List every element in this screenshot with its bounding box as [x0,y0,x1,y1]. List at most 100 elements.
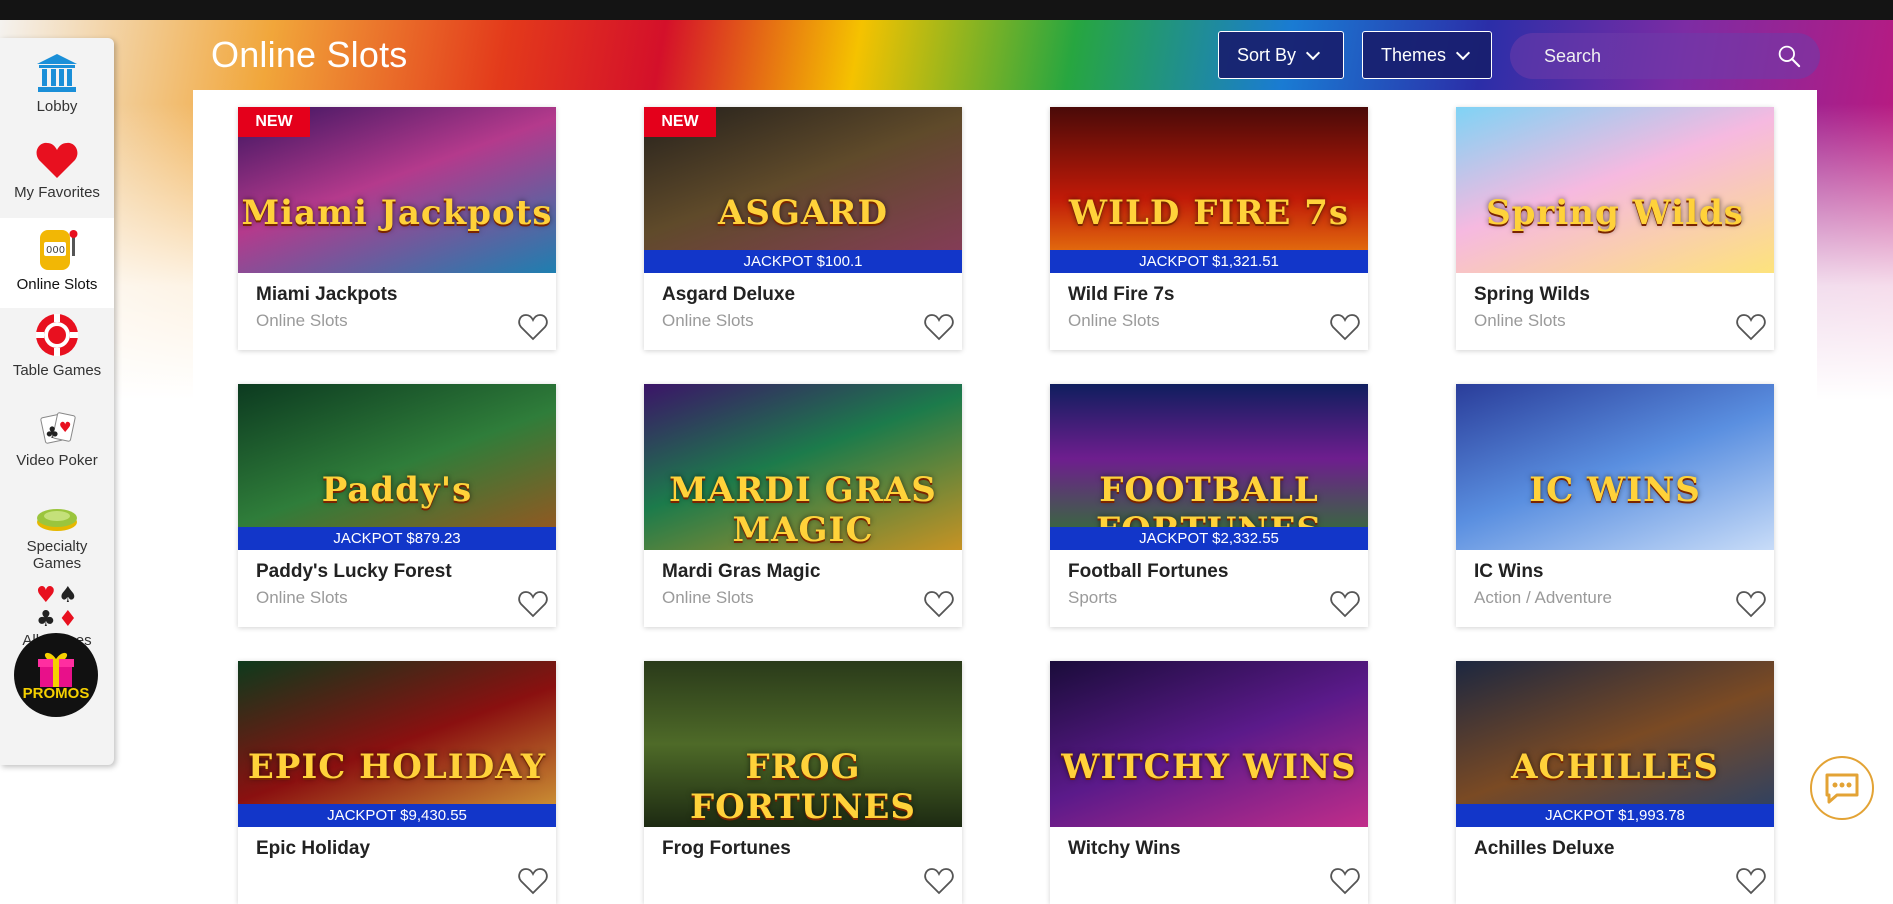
game-title: Paddy's Lucky Forest [256,561,452,582]
game-thumbnail[interactable]: FROG FORTUNES [644,661,962,827]
bingo-dish-icon [35,488,79,534]
favorite-heart-icon[interactable] [1736,590,1766,618]
game-logo: Spring Wilds [1486,193,1744,233]
game-card[interactable]: Miami Jackpots NEW Miami Jackpots Online Sl… [238,107,556,350]
new-badge: NEW [238,107,310,137]
svg-text:♠: ♠ [58,583,78,608]
game-logo: MARDI GRAS MAGIC [669,470,937,550]
game-category: Sports [1068,588,1118,607]
game-category: Online Slots [662,588,754,607]
game-logo: EPIC HOLIDAY [247,747,547,787]
nav-label: Table Games [12,362,102,379]
themes-dropdown[interactable]: Themes [1362,31,1492,79]
game-title: Frog Fortunes [662,838,791,859]
chat-button[interactable] [1810,756,1874,820]
browser-top-strip [0,0,1893,20]
favorite-heart-icon[interactable] [1330,590,1360,618]
gift-icon [38,652,74,687]
game-thumbnail[interactable]: EPIC HOLIDAY JACKPOT $9,430.55 [238,661,556,827]
jackpot-banner: JACKPOT $879.23 [238,527,556,550]
promos-label: PROMOS [22,684,90,702]
game-logo: FROG FORTUNES [690,747,916,827]
nav-table-games[interactable]: Table Games [0,312,114,394]
chevron-down-icon [1455,45,1471,60]
jackpot-banner: JACKPOT $2,332.55 [1050,527,1368,550]
svg-text:♣: ♣ [45,423,59,442]
game-card[interactable]: Spring Wilds Spring Wilds Online Slots [1456,107,1774,350]
game-card[interactable]: Paddy's JACKPOT $879.23 Paddy's Lucky Fore… [238,384,556,627]
jackpot-banner: JACKPOT $100.1 [644,250,962,273]
game-title: Asgard Deluxe [662,284,796,305]
favorite-heart-icon[interactable] [1736,313,1766,341]
nav-label: Video Poker [16,452,98,469]
game-card[interactable]: EPIC HOLIDAY JACKPOT $9,430.55 Epic Holida… [238,661,556,904]
game-thumbnail[interactable]: ACHILLES JACKPOT $1,993.78 [1456,661,1774,827]
game-card[interactable]: FOOTBALL FORTUNESJACKPOT $2,332.55 Footba… [1050,384,1368,627]
search-icon[interactable] [1776,38,1802,74]
nav-label: Specialty Games [26,538,88,572]
new-badge: NEW [644,107,716,137]
game-thumbnail[interactable]: Miami Jackpots NEW [238,107,556,273]
game-title: Witchy Wins [1068,838,1181,859]
favorite-heart-icon[interactable] [518,590,548,618]
game-thumbnail[interactable]: WILD FIRE 7s JACKPOT $1,321.51 [1050,107,1368,273]
game-logo: WITCHY WINS [1061,747,1357,787]
heart-icon [35,134,79,180]
nav-online-slots[interactable]: 000 Online Slots [0,218,114,308]
game-card[interactable]: ASGARD NEW JACKPOT $100.1 Asgard Deluxe Onli… [644,107,962,350]
themes-label: Themes [1381,44,1447,65]
favorite-heart-icon[interactable] [924,590,954,618]
svg-text:♥: ♥ [59,420,72,436]
svg-text:000: 000 [46,245,65,256]
game-thumbnail[interactable]: IC WINS [1456,384,1774,550]
favorite-heart-icon[interactable] [518,867,548,895]
playing-cards-icon: ♣ ♥ [35,402,79,448]
game-title: Mardi Gras Magic [662,561,821,582]
sort-by-dropdown[interactable]: Sort By [1218,31,1344,79]
game-title: Miami Jackpots [256,284,398,305]
favorite-heart-icon[interactable] [1330,867,1360,895]
nav-video-poker[interactable]: ♣ ♥ Video Poker [0,402,114,484]
game-card[interactable]: FROG FORTUNES Frog Fortunes [644,661,962,904]
game-category: Online Slots [1068,311,1160,330]
game-thumbnail[interactable]: MARDI GRAS MAGIC [644,384,962,550]
favorite-heart-icon[interactable] [924,313,954,341]
promos-button[interactable]: PROMOS [14,633,98,717]
game-thumbnail[interactable]: WITCHY WINS [1050,661,1368,827]
favorite-heart-icon[interactable] [924,867,954,895]
game-thumbnail[interactable]: FOOTBALL FORTUNESJACKPOT $2,332.55 [1050,384,1368,550]
game-thumbnail[interactable]: Paddy's JACKPOT $879.23 [238,384,556,550]
game-logo: WILD FIRE 7s [1068,193,1350,233]
game-title: IC Wins [1474,561,1544,582]
nav-lobby[interactable]: Lobby [0,48,114,128]
nav-label: Lobby [36,98,78,115]
nav-my-favorites[interactable]: My Favorites [0,134,114,216]
game-card[interactable]: IC WINS IC Wins Action / Adventure [1456,384,1774,627]
chat-icon [1825,773,1859,804]
page-header: Online Slots Sort By Themes [193,28,1833,84]
bank-icon [35,48,79,94]
game-title: Epic Holiday [256,838,371,859]
favorite-heart-icon[interactable] [1330,313,1360,341]
games-grid: Miami Jackpots NEW Miami Jackpots Online Sl… [193,90,1817,904]
search-input[interactable] [1544,45,1776,67]
game-card[interactable]: ACHILLES JACKPOT $1,993.78 Achilles Deluxe [1456,661,1774,904]
game-card[interactable]: MARDI GRAS MAGIC Mardi Gras Magic Online S… [644,384,962,627]
svg-text:♦: ♦ [58,607,78,628]
slot-machine-icon: 000 [34,226,80,272]
game-logo: ACHILLES [1511,747,1719,787]
game-card[interactable]: WILD FIRE 7s JACKPOT $1,321.51 Wild Fire 7… [1050,107,1368,350]
game-category: Online Slots [256,311,348,330]
favorite-heart-icon[interactable] [1736,867,1766,895]
game-title: Football Fortunes [1068,561,1229,582]
game-card[interactable]: WITCHY WINS Witchy Wins [1050,661,1368,904]
chevron-down-icon [1305,45,1321,60]
game-title: Spring Wilds [1474,284,1590,305]
jackpot-banner: JACKPOT $9,430.55 [238,804,556,827]
nav-label: Online Slots [16,276,98,293]
jackpot-banner: JACKPOT $1,993.78 [1456,804,1774,827]
game-thumbnail[interactable]: ASGARD NEW JACKPOT $100.1 [644,107,962,273]
favorite-heart-icon[interactable] [518,313,548,341]
sort-by-label: Sort By [1237,44,1297,65]
game-thumbnail[interactable]: Spring Wilds [1456,107,1774,273]
